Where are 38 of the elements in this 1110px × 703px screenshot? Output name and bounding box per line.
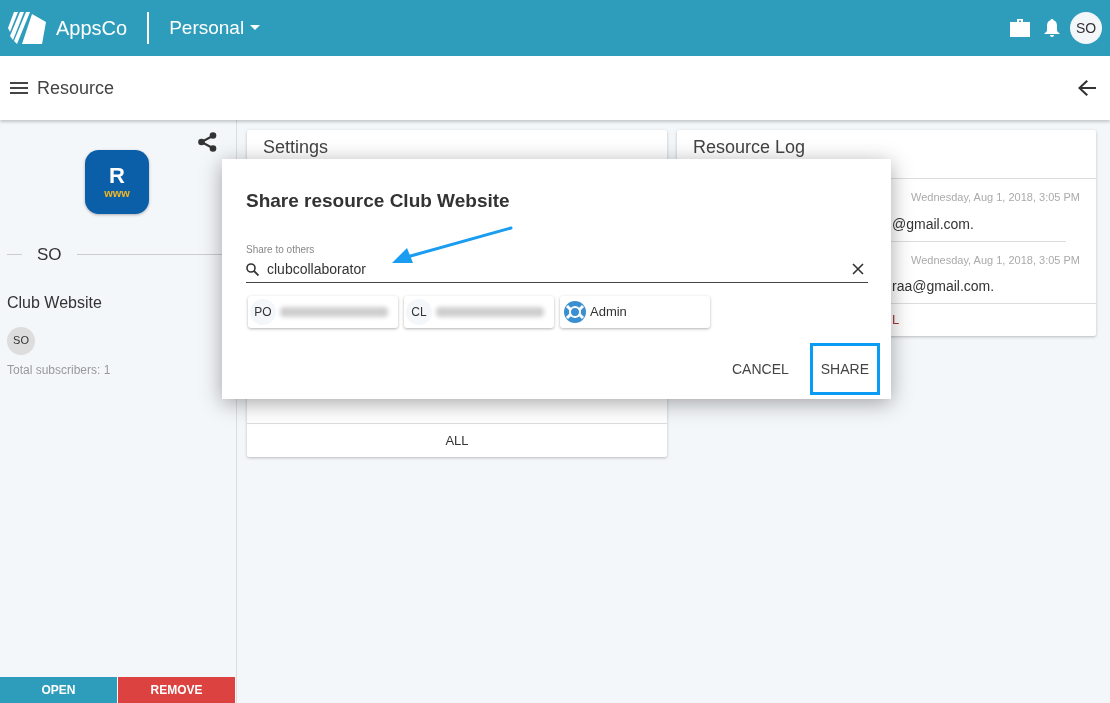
close-icon[interactable] (852, 263, 864, 275)
app-icon-caption: www (104, 187, 130, 199)
field-label: Share to others (246, 242, 316, 257)
back-arrow-icon[interactable] (1078, 80, 1096, 96)
user-initials: CL (406, 298, 432, 325)
briefcase-icon[interactable] (1010, 19, 1030, 37)
all-button[interactable]: L (892, 310, 900, 330)
search-icon (246, 262, 259, 276)
page-title: Resource (37, 76, 115, 100)
lifebuoy-icon (564, 300, 586, 323)
share-icon[interactable] (198, 132, 217, 152)
caret-icon (250, 25, 261, 31)
resource-name: Club Website (7, 292, 103, 313)
user-label: Admin (590, 302, 627, 321)
remove-button[interactable]: REMOVE (118, 677, 235, 703)
log-time: Wednesday, Aug 1, 2018, 3:05 PM (911, 252, 1080, 268)
menu-icon[interactable] (10, 82, 28, 94)
user-chip[interactable]: CL (404, 295, 554, 328)
section-label: SO (37, 244, 62, 266)
app-icon-letter: R (109, 165, 125, 187)
subscriber-avatar: SO (7, 326, 35, 355)
all-button[interactable]: ALL (247, 423, 667, 457)
brand-name: AppsCo (56, 16, 128, 41)
bell-icon[interactable] (1044, 18, 1060, 38)
card-title: Settings (262, 136, 330, 158)
cancel-button[interactable]: CANCEL (720, 343, 800, 395)
log-message: raa@gmail.com. (892, 277, 996, 296)
dialog-title: Share resource Club Website (246, 189, 511, 213)
share-button[interactable]: SHARE (809, 343, 880, 395)
logo-icon (8, 12, 46, 44)
subscribers-text: Total subscribers: 1 (7, 361, 112, 379)
user-chip[interactable]: PO (248, 295, 398, 328)
log-time: Wednesday, Aug 1, 2018, 3:05 PM (911, 190, 1080, 205)
user-avatar[interactable]: SO (1070, 12, 1102, 44)
field-value: clubcollaborator (267, 259, 366, 279)
log-message: @gmail.com. (892, 214, 975, 234)
user-chip[interactable]: Admin (560, 295, 710, 328)
user-initials: PO (250, 298, 276, 325)
